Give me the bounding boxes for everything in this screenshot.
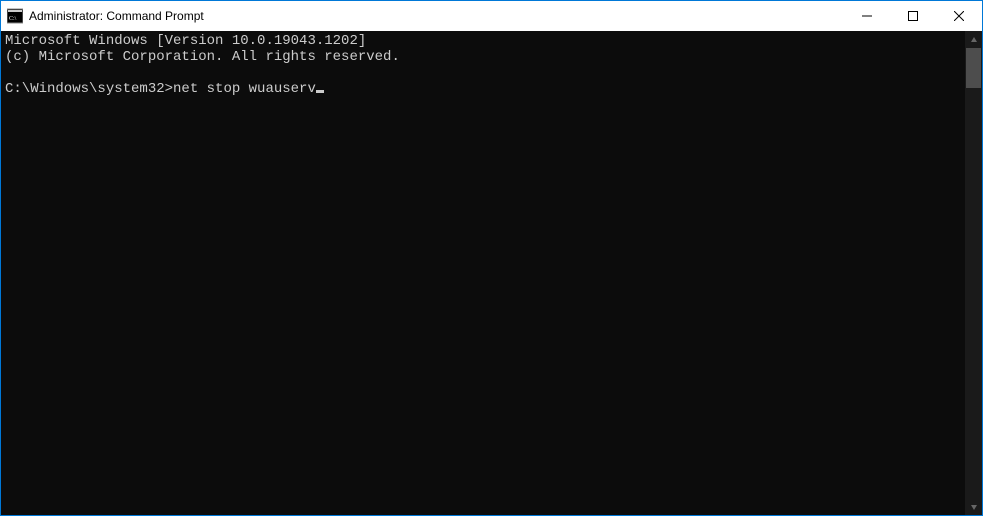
cursor-icon — [316, 90, 324, 93]
command-prompt-window: C:\ Administrator: Command Prompt Micros… — [0, 0, 983, 516]
window-controls — [844, 1, 982, 31]
terminal-wrap: Microsoft Windows [Version 10.0.19043.12… — [1, 31, 982, 515]
titlebar[interactable]: C:\ Administrator: Command Prompt — [1, 1, 982, 31]
terminal-output[interactable]: Microsoft Windows [Version 10.0.19043.12… — [1, 31, 965, 515]
command-text: net stop wuauserv — [173, 81, 316, 97]
version-line: Microsoft Windows [Version 10.0.19043.12… — [5, 33, 366, 49]
copyright-line: (c) Microsoft Corporation. All rights re… — [5, 49, 400, 65]
svg-text:C:\: C:\ — [9, 16, 17, 22]
close-button[interactable] — [936, 1, 982, 31]
maximize-button[interactable] — [890, 1, 936, 31]
scroll-up-button[interactable] — [965, 31, 982, 48]
prompt-text: C:\Windows\system32> — [5, 81, 173, 97]
command-prompt-icon: C:\ — [7, 8, 23, 24]
vertical-scrollbar[interactable] — [965, 31, 982, 515]
prompt-line: C:\Windows\system32>net stop wuauserv — [5, 81, 324, 97]
window-title: Administrator: Command Prompt — [29, 9, 844, 23]
scroll-thumb[interactable] — [966, 48, 981, 88]
minimize-button[interactable] — [844, 1, 890, 31]
scroll-down-button[interactable] — [965, 498, 982, 515]
